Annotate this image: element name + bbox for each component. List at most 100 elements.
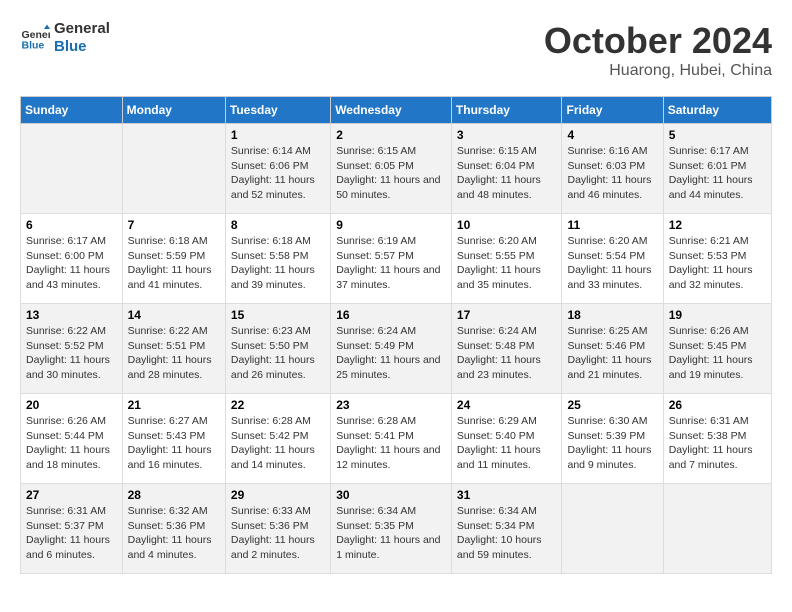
day-info: Sunrise: 6:28 AM Sunset: 5:41 PM Dayligh… bbox=[336, 414, 446, 473]
day-number: 17 bbox=[457, 308, 557, 322]
day-number: 15 bbox=[231, 308, 325, 322]
weekday-header-tuesday: Tuesday bbox=[225, 97, 330, 124]
calendar-cell: 5Sunrise: 6:17 AM Sunset: 6:01 PM Daylig… bbox=[663, 124, 771, 214]
day-info: Sunrise: 6:15 AM Sunset: 6:05 PM Dayligh… bbox=[336, 144, 446, 203]
calendar-cell: 18Sunrise: 6:25 AM Sunset: 5:46 PM Dayli… bbox=[562, 304, 663, 394]
day-number: 16 bbox=[336, 308, 446, 322]
calendar-cell: 12Sunrise: 6:21 AM Sunset: 5:53 PM Dayli… bbox=[663, 214, 771, 304]
calendar-cell: 22 Sunrise: 6:28 AM Sunset: 5:42 PM Dayli… bbox=[225, 394, 330, 484]
svg-text:Blue: Blue bbox=[22, 40, 45, 52]
day-number: 10 bbox=[457, 218, 557, 232]
day-info: Sunrise: 6:16 AM Sunset: 6:03 PM Dayligh… bbox=[567, 144, 657, 203]
day-number: 6 bbox=[26, 218, 117, 232]
calendar-week-5: 27 Sunrise: 6:31 AM Sunset: 5:37 PM Dayli… bbox=[21, 484, 772, 574]
day-info: Sunrise: 6:25 AM Sunset: 5:46 PM Dayligh… bbox=[567, 324, 657, 383]
calendar-cell: 14Sunrise: 6:22 AM Sunset: 5:51 PM Dayli… bbox=[122, 304, 225, 394]
day-number: 7 bbox=[128, 218, 220, 232]
calendar-cell: 26 Sunrise: 6:31 AM Sunset: 5:38 PM Dayli… bbox=[663, 394, 771, 484]
calendar-cell bbox=[663, 484, 771, 574]
day-info: Sunrise: 6:26 AM Sunset: 5:44 PM Dayligh… bbox=[26, 414, 117, 473]
day-number: 30 bbox=[336, 488, 446, 502]
calendar-cell bbox=[21, 124, 123, 214]
day-info: Sunrise: 6:34 AM Sunset: 5:34 PM Dayligh… bbox=[457, 504, 557, 563]
calendar-cell: 29 Sunrise: 6:33 AM Sunset: 5:36 PM Dayli… bbox=[225, 484, 330, 574]
logo-icon: General Blue bbox=[20, 23, 50, 53]
calendar-week-3: 13Sunrise: 6:22 AM Sunset: 5:52 PM Dayli… bbox=[21, 304, 772, 394]
day-info: Sunrise: 6:33 AM Sunset: 5:36 PM Dayligh… bbox=[231, 504, 325, 563]
calendar-cell: 19Sunrise: 6:26 AM Sunset: 5:45 PM Dayli… bbox=[663, 304, 771, 394]
calendar-week-4: 20 Sunrise: 6:26 AM Sunset: 5:44 PM Dayli… bbox=[21, 394, 772, 484]
day-info: Sunrise: 6:19 AM Sunset: 5:57 PM Dayligh… bbox=[336, 234, 446, 293]
calendar-cell: 15 Sunrise: 6:23 AM Sunset: 5:50 PM Dayli… bbox=[225, 304, 330, 394]
day-number: 26 bbox=[669, 398, 766, 412]
day-info: Sunrise: 6:31 AM Sunset: 5:38 PM Dayligh… bbox=[669, 414, 766, 473]
calendar-cell: 30 Sunrise: 6:34 AM Sunset: 5:35 PM Dayli… bbox=[331, 484, 452, 574]
calendar-cell: 6 Sunrise: 6:17 AM Sunset: 6:00 PM Daylig… bbox=[21, 214, 123, 304]
calendar-cell: 13Sunrise: 6:22 AM Sunset: 5:52 PM Dayli… bbox=[21, 304, 123, 394]
calendar-cell bbox=[562, 484, 663, 574]
day-number: 4 bbox=[567, 128, 657, 142]
calendar-cell: 31 Sunrise: 6:34 AM Sunset: 5:34 PM Dayli… bbox=[451, 484, 562, 574]
calendar-cell: 25 Sunrise: 6:30 AM Sunset: 5:39 PM Dayli… bbox=[562, 394, 663, 484]
day-number: 20 bbox=[26, 398, 117, 412]
day-number: 2 bbox=[336, 128, 446, 142]
calendar-cell: 24 Sunrise: 6:29 AM Sunset: 5:40 PM Dayli… bbox=[451, 394, 562, 484]
day-info: Sunrise: 6:15 AM Sunset: 6:04 PM Dayligh… bbox=[457, 144, 557, 203]
day-info: Sunrise: 6:20 AM Sunset: 5:54 PM Dayligh… bbox=[567, 234, 657, 293]
day-number: 8 bbox=[231, 218, 325, 232]
day-number: 19 bbox=[669, 308, 766, 322]
weekday-header-saturday: Saturday bbox=[663, 97, 771, 124]
calendar-cell: 28 Sunrise: 6:32 AM Sunset: 5:36 PM Dayli… bbox=[122, 484, 225, 574]
day-number: 24 bbox=[457, 398, 557, 412]
page-header: General Blue General Blue October 2024 H… bbox=[20, 20, 772, 80]
logo: General Blue General Blue bbox=[20, 20, 110, 56]
day-info: Sunrise: 6:22 AM Sunset: 5:51 PM Dayligh… bbox=[128, 324, 220, 383]
weekday-header-wednesday: Wednesday bbox=[331, 97, 452, 124]
day-number: 3 bbox=[457, 128, 557, 142]
calendar-cell: 9 Sunrise: 6:19 AM Sunset: 5:57 PM Daylig… bbox=[331, 214, 452, 304]
day-number: 21 bbox=[128, 398, 220, 412]
day-number: 9 bbox=[336, 218, 446, 232]
calendar-cell: 10 Sunrise: 6:20 AM Sunset: 5:55 PM Dayli… bbox=[451, 214, 562, 304]
day-info: Sunrise: 6:29 AM Sunset: 5:40 PM Dayligh… bbox=[457, 414, 557, 473]
calendar-cell: 1Sunrise: 6:14 AM Sunset: 6:06 PM Daylig… bbox=[225, 124, 330, 214]
calendar-cell: 21 Sunrise: 6:27 AM Sunset: 5:43 PM Dayli… bbox=[122, 394, 225, 484]
day-number: 27 bbox=[26, 488, 117, 502]
day-number: 22 bbox=[231, 398, 325, 412]
calendar-cell: 17Sunrise: 6:24 AM Sunset: 5:48 PM Dayli… bbox=[451, 304, 562, 394]
day-number: 29 bbox=[231, 488, 325, 502]
day-info: Sunrise: 6:17 AM Sunset: 6:00 PM Dayligh… bbox=[26, 234, 117, 293]
calendar-cell: 8 Sunrise: 6:18 AM Sunset: 5:58 PM Daylig… bbox=[225, 214, 330, 304]
day-info: Sunrise: 6:31 AM Sunset: 5:37 PM Dayligh… bbox=[26, 504, 117, 563]
calendar-cell: 23 Sunrise: 6:28 AM Sunset: 5:41 PM Dayli… bbox=[331, 394, 452, 484]
day-number: 31 bbox=[457, 488, 557, 502]
calendar-table: SundayMondayTuesdayWednesdayThursdayFrid… bbox=[20, 96, 772, 574]
calendar-cell: 7 Sunrise: 6:18 AM Sunset: 5:59 PM Daylig… bbox=[122, 214, 225, 304]
day-number: 23 bbox=[336, 398, 446, 412]
day-info: Sunrise: 6:18 AM Sunset: 5:59 PM Dayligh… bbox=[128, 234, 220, 293]
day-number: 25 bbox=[567, 398, 657, 412]
day-info: Sunrise: 6:32 AM Sunset: 5:36 PM Dayligh… bbox=[128, 504, 220, 563]
calendar-cell: 16 Sunrise: 6:24 AM Sunset: 5:49 PM Dayli… bbox=[331, 304, 452, 394]
calendar-week-2: 6 Sunrise: 6:17 AM Sunset: 6:00 PM Daylig… bbox=[21, 214, 772, 304]
day-info: Sunrise: 6:24 AM Sunset: 5:49 PM Dayligh… bbox=[336, 324, 446, 383]
calendar-cell: 27 Sunrise: 6:31 AM Sunset: 5:37 PM Dayli… bbox=[21, 484, 123, 574]
day-number: 28 bbox=[128, 488, 220, 502]
day-info: Sunrise: 6:34 AM Sunset: 5:35 PM Dayligh… bbox=[336, 504, 446, 563]
calendar-cell: 3 Sunrise: 6:15 AM Sunset: 6:04 PM Daylig… bbox=[451, 124, 562, 214]
day-info: Sunrise: 6:20 AM Sunset: 5:55 PM Dayligh… bbox=[457, 234, 557, 293]
weekday-header-friday: Friday bbox=[562, 97, 663, 124]
day-info: Sunrise: 6:28 AM Sunset: 5:42 PM Dayligh… bbox=[231, 414, 325, 473]
day-info: Sunrise: 6:23 AM Sunset: 5:50 PM Dayligh… bbox=[231, 324, 325, 383]
day-number: 5 bbox=[669, 128, 766, 142]
calendar-cell bbox=[122, 124, 225, 214]
day-info: Sunrise: 6:27 AM Sunset: 5:43 PM Dayligh… bbox=[128, 414, 220, 473]
logo-blue: Blue bbox=[54, 38, 110, 56]
calendar-header-row: SundayMondayTuesdayWednesdayThursdayFrid… bbox=[21, 97, 772, 124]
day-info: Sunrise: 6:18 AM Sunset: 5:58 PM Dayligh… bbox=[231, 234, 325, 293]
day-info: Sunrise: 6:30 AM Sunset: 5:39 PM Dayligh… bbox=[567, 414, 657, 473]
day-info: Sunrise: 6:21 AM Sunset: 5:53 PM Dayligh… bbox=[669, 234, 766, 293]
month-title: October 2024 bbox=[544, 20, 772, 62]
title-block: October 2024 Huarong, Hubei, China bbox=[544, 20, 772, 80]
calendar-week-1: 1Sunrise: 6:14 AM Sunset: 6:06 PM Daylig… bbox=[21, 124, 772, 214]
